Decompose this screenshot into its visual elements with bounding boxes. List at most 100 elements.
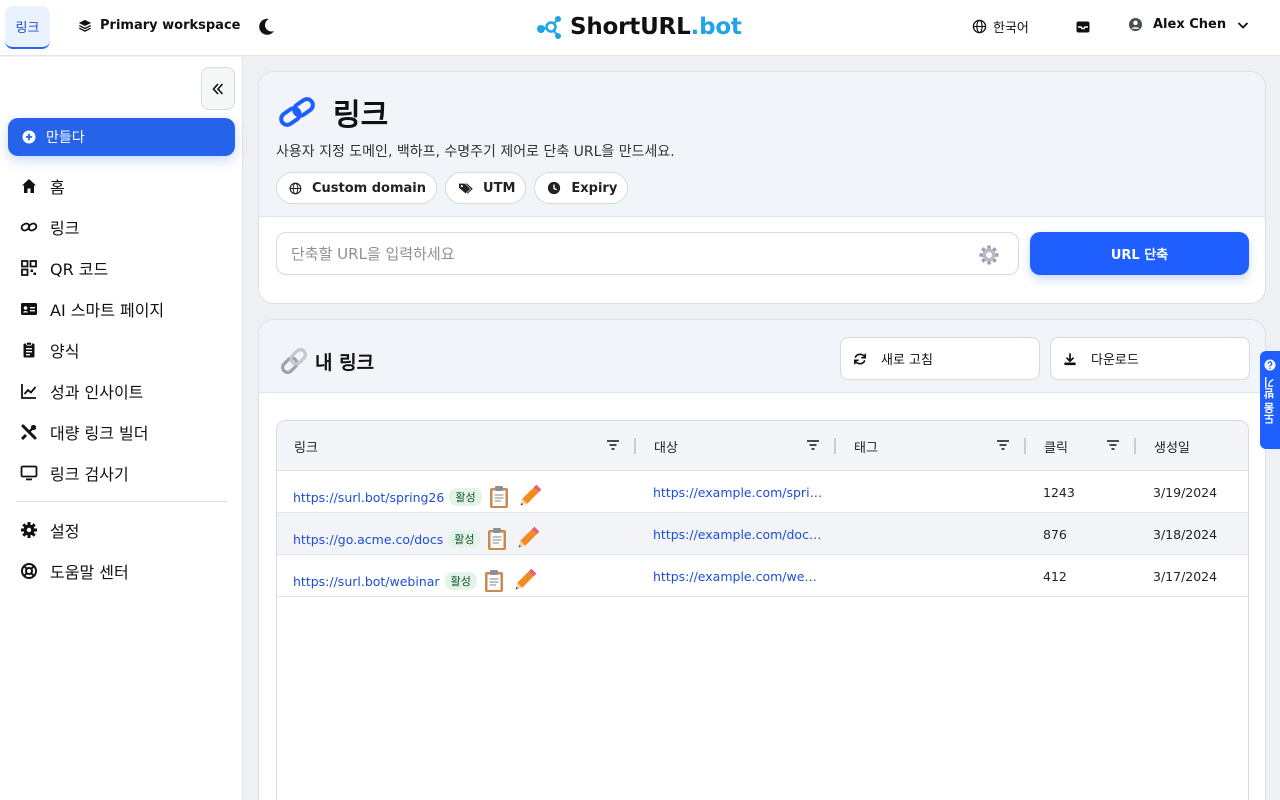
table-row[interactable]: https://surl.bot/spring26 활성 https://exa… bbox=[277, 471, 1248, 513]
sidebar: 만들다 홈 링크 QR 코드 AI 스마트 페이지 양식 성과 인사이트 대량 … bbox=[0, 57, 243, 800]
link-icon bbox=[279, 97, 315, 127]
url-input[interactable]: 단축할 URL을 입력하세요 bbox=[276, 232, 1019, 275]
question-circle-icon bbox=[1264, 359, 1276, 371]
section-title: 내 링크 bbox=[279, 347, 374, 375]
column-separator[interactable] bbox=[1134, 438, 1136, 454]
chart-icon bbox=[21, 383, 37, 399]
column-separator[interactable] bbox=[1024, 438, 1026, 454]
created-value: 3/17/2024 bbox=[1153, 568, 1218, 584]
sidebar-item-settings[interactable]: 설정 bbox=[20, 509, 235, 550]
sidebar-item-qr-codes[interactable]: QR 코드 bbox=[20, 247, 235, 288]
short-link[interactable]: https://surl.bot/webinar bbox=[293, 574, 440, 589]
refresh-button[interactable]: 새로 고침 bbox=[840, 337, 1040, 380]
lifebuoy-icon bbox=[21, 562, 37, 579]
user-name: Alex Chen bbox=[1153, 17, 1227, 32]
sidebar-item-home[interactable]: 홈 bbox=[20, 165, 235, 206]
column-separator[interactable] bbox=[834, 438, 836, 454]
chip-label: Custom domain bbox=[312, 180, 427, 196]
workspace-switcher[interactable]: Primary workspace bbox=[78, 18, 240, 33]
chip-label: Expiry bbox=[571, 180, 618, 196]
my-links-card: 내 링크 새로 고침 다운로드 링크 대상 태그 클릭 생성일 https://… bbox=[258, 319, 1266, 800]
copy-clipboard-icon[interactable] bbox=[486, 527, 508, 551]
clicks-cell: 412 bbox=[1043, 555, 1067, 597]
sidebar-item-label: 대량 링크 빌더 bbox=[50, 423, 149, 443]
filter-icon[interactable] bbox=[996, 439, 1010, 451]
tags-icon bbox=[459, 182, 473, 194]
brand-logo[interactable]: ShortURL.bot bbox=[536, 14, 742, 40]
sidebar-item-ai-smart-pages[interactable]: AI 스마트 페이지 bbox=[20, 288, 235, 329]
table-row[interactable]: https://go.acme.co/docs 활성 https://examp… bbox=[277, 513, 1248, 555]
download-button[interactable]: 다운로드 bbox=[1050, 337, 1250, 380]
clicks-value: 412 bbox=[1043, 568, 1067, 584]
filter-icon[interactable] bbox=[806, 439, 820, 451]
link-emoji-icon bbox=[281, 348, 307, 374]
sidebar-divider bbox=[16, 501, 227, 502]
sidebar-item-forms[interactable]: 양식 bbox=[20, 329, 235, 370]
feature-chips: Custom domain UTM Expiry bbox=[276, 172, 629, 204]
sidebar-item-link-checker[interactable]: 링크 검사기 bbox=[20, 452, 235, 493]
target-url[interactable]: https://example.com/webinar-registration bbox=[653, 569, 823, 584]
clipboard-icon bbox=[23, 341, 35, 357]
column-header-target[interactable]: 대상 bbox=[654, 421, 836, 471]
double-chevron-left-icon bbox=[212, 82, 224, 95]
sidebar-item-help-center[interactable]: 도움말 센터 bbox=[20, 550, 235, 591]
target-url[interactable]: https://example.com/docs/getting-started bbox=[653, 527, 823, 542]
column-header-created[interactable]: 생성일 bbox=[1154, 421, 1244, 471]
refresh-label: 새로 고침 bbox=[881, 353, 933, 368]
column-header-label: 태그 bbox=[854, 440, 878, 456]
edit-pencil-icon[interactable] bbox=[514, 526, 540, 552]
column-header-link[interactable]: 링크 bbox=[294, 421, 636, 471]
status-badge: 활성 bbox=[448, 530, 481, 548]
column-header-clicks[interactable]: 클릭 bbox=[1044, 421, 1136, 471]
dark-mode-icon[interactable] bbox=[256, 17, 276, 37]
sidebar-item-bulk-builder[interactable]: 대량 링크 빌더 bbox=[20, 411, 235, 452]
link-cell: https://surl.bot/spring26 활성 bbox=[293, 476, 542, 518]
page-title-text: 링크 bbox=[333, 98, 389, 133]
column-header-tags[interactable]: 태그 bbox=[854, 421, 1026, 471]
copy-clipboard-icon[interactable] bbox=[488, 485, 510, 509]
user-menu[interactable]: Alex Chen bbox=[1128, 17, 1250, 32]
collapse-sidebar-button[interactable] bbox=[201, 67, 235, 110]
settings-gear-icon[interactable] bbox=[978, 244, 1000, 266]
help-tab[interactable]: 도움 받기 bbox=[1260, 351, 1280, 449]
qr-icon bbox=[21, 259, 37, 276]
target-url[interactable]: https://example.com/spring-campaign bbox=[653, 485, 823, 500]
chip-custom-domain[interactable]: Custom domain bbox=[276, 172, 438, 204]
filter-icon[interactable] bbox=[1106, 439, 1120, 451]
tab-links[interactable]: 링크 bbox=[5, 6, 50, 49]
home-icon bbox=[22, 178, 36, 193]
shorten-url-button[interactable]: URL 단축 bbox=[1030, 232, 1249, 275]
created-cell: 3/17/2024 bbox=[1153, 555, 1217, 597]
copy-clipboard-icon[interactable] bbox=[483, 569, 505, 593]
clicks-cell: 876 bbox=[1043, 513, 1067, 555]
download-label: 다운로드 bbox=[1091, 353, 1139, 368]
edit-pencil-icon[interactable] bbox=[511, 568, 537, 594]
table-row[interactable]: https://surl.bot/webinar 활성 https://exam… bbox=[277, 555, 1248, 597]
create-link-header: 링크 사용자 지정 도메인, 백하프, 수명주기 제어로 단축 URL을 만드세… bbox=[259, 72, 1265, 217]
url-input-placeholder: 단축할 URL을 입력하세요 bbox=[291, 245, 455, 263]
filter-icon[interactable] bbox=[606, 439, 620, 451]
chip-utm[interactable]: UTM bbox=[445, 172, 527, 204]
created-value: 3/18/2024 bbox=[1153, 526, 1218, 542]
sidebar-item-insights[interactable]: 성과 인사이트 bbox=[20, 370, 235, 411]
created-cell: 3/19/2024 bbox=[1153, 471, 1217, 513]
sidebar-item-label: 설정 bbox=[50, 521, 80, 541]
short-link[interactable]: https://surl.bot/spring26 bbox=[293, 490, 444, 505]
my-links-header: 내 링크 새로 고침 다운로드 bbox=[259, 320, 1265, 393]
tab-links-label: 링크 bbox=[15, 21, 40, 36]
status-badge: 활성 bbox=[449, 488, 482, 506]
plus-circle-icon bbox=[22, 130, 36, 144]
column-header-label: 링크 bbox=[294, 440, 318, 456]
clicks-value: 876 bbox=[1043, 526, 1067, 542]
column-separator[interactable] bbox=[634, 438, 636, 454]
language-selector[interactable]: 한국어 bbox=[972, 17, 1029, 36]
sidebar-item-label: 도움말 센터 bbox=[50, 562, 129, 582]
edit-pencil-icon[interactable] bbox=[516, 484, 542, 510]
inbox-icon[interactable] bbox=[1075, 19, 1091, 35]
create-button[interactable]: 만들다 bbox=[8, 118, 235, 156]
link-icon bbox=[20, 222, 38, 231]
chip-expiry[interactable]: Expiry bbox=[534, 172, 629, 204]
chevron-down-icon bbox=[1237, 21, 1249, 29]
short-link[interactable]: https://go.acme.co/docs bbox=[293, 532, 443, 547]
sidebar-item-links[interactable]: 링크 bbox=[20, 206, 235, 247]
